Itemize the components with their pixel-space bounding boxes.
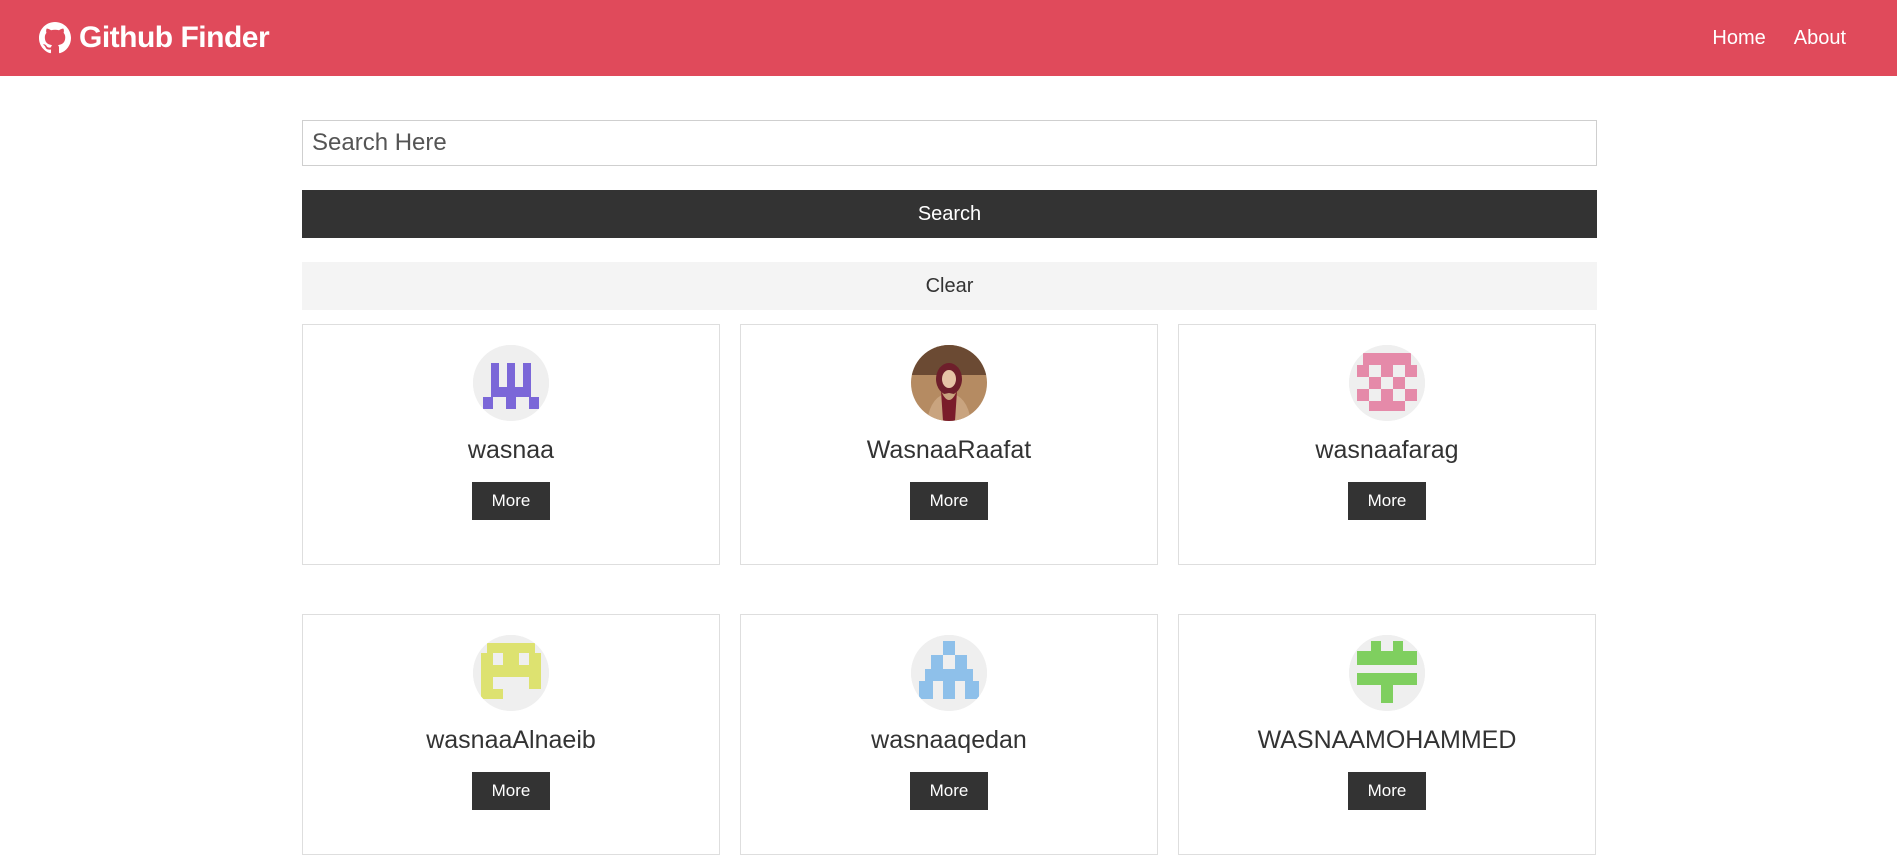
avatar xyxy=(473,635,549,711)
nav-link-about[interactable]: About xyxy=(1794,27,1846,50)
navbar: Github Finder Home About xyxy=(0,0,1897,76)
user-card: WasnaaRaafat More xyxy=(740,324,1158,565)
nav-link-home[interactable]: Home xyxy=(1712,27,1765,50)
search-button[interactable]: Search xyxy=(302,190,1597,238)
avatar xyxy=(911,345,987,421)
clear-button[interactable]: Clear xyxy=(302,262,1597,310)
more-button[interactable]: More xyxy=(910,482,988,520)
avatar xyxy=(473,345,549,421)
nav-links: Home About xyxy=(1712,27,1846,50)
github-icon xyxy=(39,22,71,54)
avatar xyxy=(1349,635,1425,711)
search-input[interactable] xyxy=(302,120,1597,166)
more-button[interactable]: More xyxy=(910,772,988,810)
more-button[interactable]: More xyxy=(1348,482,1426,520)
brand[interactable]: Github Finder xyxy=(39,21,270,55)
user-grid: wasnaa More WasnaaRaafat More wasnaafara… xyxy=(302,324,1597,855)
more-button[interactable]: More xyxy=(472,772,550,810)
user-card: wasnaaqedan More xyxy=(740,614,1158,855)
username: wasnaaAlnaeib xyxy=(426,726,596,754)
avatar xyxy=(911,635,987,711)
user-card: wasnaafarag More xyxy=(1178,324,1596,565)
username: wasnaafarag xyxy=(1315,436,1459,464)
username: WASNAAMOHAMMED xyxy=(1257,726,1517,754)
user-card: wasnaaAlnaeib More xyxy=(302,614,720,855)
username: wasnaaqedan xyxy=(871,726,1027,754)
more-button[interactable]: More xyxy=(472,482,550,520)
user-card: WASNAAMOHAMMED More xyxy=(1178,614,1596,855)
user-card: wasnaa More xyxy=(302,324,720,565)
avatar xyxy=(1349,345,1425,421)
more-button[interactable]: More xyxy=(1348,772,1426,810)
username: wasnaa xyxy=(467,436,555,464)
brand-title: Github Finder xyxy=(79,21,270,54)
username: WasnaaRaafat xyxy=(866,436,1032,464)
